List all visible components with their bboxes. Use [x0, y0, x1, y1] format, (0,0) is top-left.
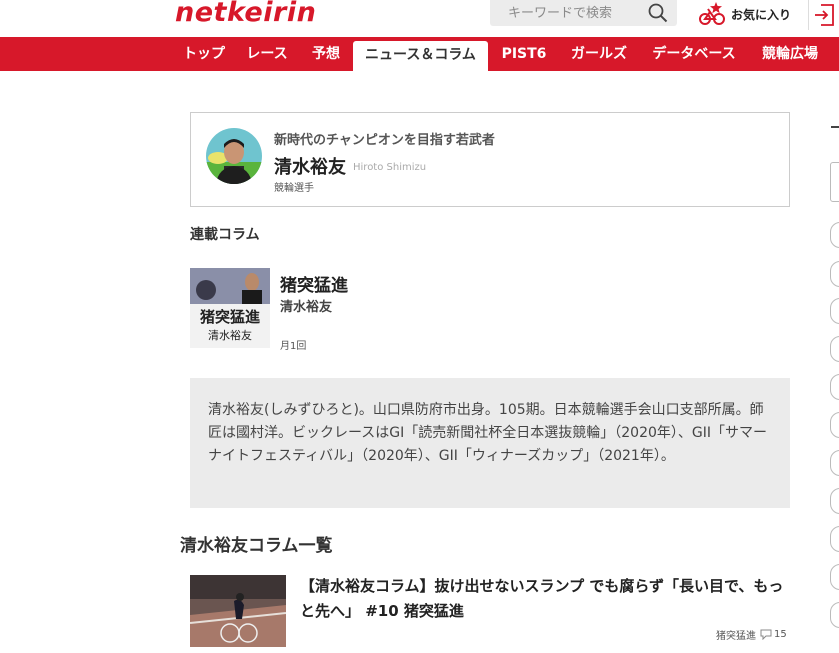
nav-item-prediction[interactable]: 予想	[304, 37, 348, 71]
profile-role: 競輪選手	[274, 183, 314, 194]
sidebar-pill[interactable]	[830, 488, 839, 514]
site-logo[interactable]: netkeirin	[175, 0, 316, 28]
nav-item-news-column[interactable]: ニュース＆コラム	[353, 41, 488, 71]
search-button[interactable]	[647, 2, 669, 24]
article-title[interactable]: 【清水裕友コラム】抜け出せないスランプ でも腐らず「長い目で、もっと先へ」 #1…	[300, 574, 785, 624]
serial-thumbnail[interactable]: 猪突猛進 清水裕友	[190, 268, 270, 348]
search-icon	[648, 3, 668, 23]
sidebar-pill[interactable]	[830, 222, 839, 248]
login-button[interactable]	[808, 0, 839, 30]
sidebar-pill[interactable]	[830, 374, 839, 400]
sidebar-pill[interactable]	[830, 261, 839, 287]
serial-author: 清水裕友	[280, 300, 333, 315]
article-thumbnail[interactable]	[190, 575, 286, 647]
nav-item-database[interactable]: データベース	[645, 37, 743, 71]
sidebar-pill[interactable]	[830, 602, 839, 628]
sidebar-pill[interactable]	[830, 450, 839, 476]
comment-count: 15	[774, 629, 787, 640]
sidebar-pill[interactable]	[830, 336, 839, 362]
sidebar-pill[interactable]	[830, 526, 839, 552]
search-box	[490, 0, 677, 26]
sidebar-heading-mark	[831, 126, 839, 128]
profile-name-roman: Hiroto Shimizu	[353, 162, 427, 173]
comment-icon	[760, 629, 772, 640]
article-comments[interactable]: 15	[760, 629, 787, 640]
article-meta: 猪突猛進 15	[716, 627, 787, 642]
column-list-heading: 清水裕友コラム一覧	[180, 536, 333, 556]
login-icon	[815, 4, 834, 26]
bicycle-star-icon	[699, 2, 725, 25]
sidebar-pill[interactable]	[830, 412, 839, 438]
article-series: 猪突猛進	[716, 631, 756, 642]
profile-tagline: 新時代のチャンピオンを目指す若武者	[274, 133, 495, 148]
search-input[interactable]	[490, 0, 640, 26]
sidebar-pill[interactable]	[830, 564, 839, 590]
serial-frequency: 月1回	[280, 341, 307, 352]
nav-item-top[interactable]: トップ	[175, 37, 233, 71]
nav-item-plaza[interactable]: 競輪広場	[755, 37, 825, 71]
site-header: netkeirin お気に入り	[0, 0, 839, 37]
serial-thumb-author: 清水裕友	[208, 328, 252, 342]
avatar	[206, 128, 262, 184]
profile-card: 新時代のチャンピオンを目指す若武者 清水裕友 Hiroto Shimizu 競輪…	[190, 112, 790, 207]
profile-name: 清水裕友	[274, 157, 346, 178]
favorites-label: お気に入り	[731, 7, 792, 22]
main-nav: トップ レース 予想 ニュース＆コラム PIST6 ガールズ データベース 競輪…	[0, 37, 839, 71]
sidebar-pill[interactable]	[830, 298, 839, 324]
serial-heading: 連載コラム	[190, 227, 260, 243]
favorites-button[interactable]: お気に入り	[699, 2, 791, 26]
serial-title[interactable]: 猪突猛進	[280, 271, 348, 296]
serial-thumb-title: 猪突猛進	[199, 308, 261, 326]
sidebar-select[interactable]	[830, 162, 839, 202]
player-bio: 清水裕友(しみずひろと)。山口県防府市出身。105期。日本競輪選手会山口支部所属…	[190, 378, 790, 508]
nav-item-race[interactable]: レース	[238, 37, 296, 71]
nav-item-pist6[interactable]: PIST6	[495, 37, 553, 71]
nav-item-girls[interactable]: ガールズ	[565, 37, 633, 71]
